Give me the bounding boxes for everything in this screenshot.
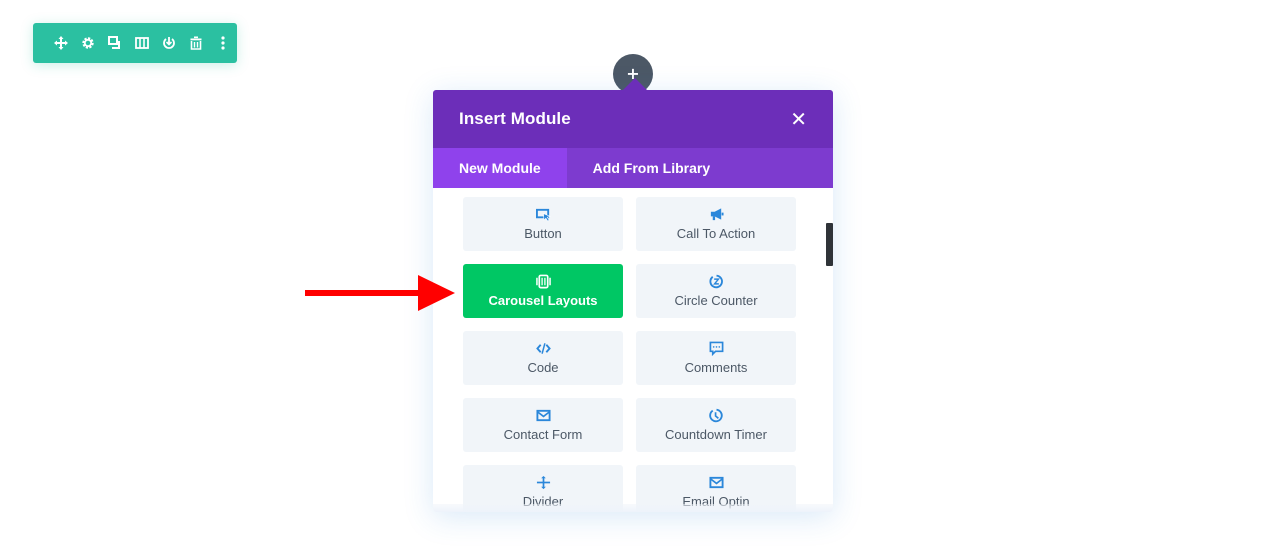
module-label: Comments	[684, 360, 748, 375]
duplicate-icon	[107, 36, 120, 49]
save-icon	[163, 37, 175, 49]
module-circle-counter[interactable]: Circle Counter	[636, 264, 796, 318]
arrow-head	[418, 275, 455, 311]
settings-button[interactable]	[74, 23, 101, 63]
tab-add-from-library[interactable]: Add From Library	[567, 148, 736, 188]
module-label: Call To Action	[676, 226, 756, 241]
module-code[interactable]: Code	[463, 331, 623, 385]
arrow-shaft	[305, 290, 423, 296]
insert-module-modal: Insert Module ✕ New Module Add From Libr…	[433, 90, 833, 512]
comments-icon	[709, 341, 723, 356]
module-carousel-layouts[interactable]: Carousel Layouts	[463, 264, 623, 318]
module-label: Button	[524, 226, 562, 241]
tab-new-module[interactable]: New Module	[433, 148, 567, 188]
module-grid: Button Call To Action Carousel Layouts C…	[463, 197, 797, 512]
row-toolbar	[33, 23, 237, 63]
module-label: Circle Counter	[674, 293, 758, 308]
module-comments[interactable]: Comments	[636, 331, 796, 385]
module-label: Contact Form	[503, 427, 583, 442]
modal-title: Insert Module	[459, 109, 571, 128]
move-icon	[53, 36, 68, 50]
megaphone-icon	[710, 208, 724, 221]
timer-icon	[708, 408, 723, 423]
modal-caret	[623, 78, 647, 90]
columns-button[interactable]	[128, 23, 155, 63]
envelope-icon	[708, 476, 724, 489]
save-to-library-button[interactable]	[156, 23, 183, 63]
module-contact-form[interactable]: Contact Form	[463, 398, 623, 452]
scroll-fade	[433, 504, 833, 512]
duplicate-button[interactable]	[101, 23, 128, 63]
button-cursor-icon	[535, 208, 551, 222]
trash-icon	[190, 36, 202, 50]
more-vertical-icon	[221, 36, 226, 50]
scrollbar-thumb[interactable]	[826, 223, 833, 266]
modal-header: Insert Module ✕	[433, 90, 833, 148]
more-button[interactable]	[210, 23, 237, 63]
module-call-to-action[interactable]: Call To Action	[636, 197, 796, 251]
red-arrow-annotation	[305, 275, 455, 311]
module-button[interactable]: Button	[463, 197, 623, 251]
columns-icon	[135, 37, 149, 49]
module-label: Code	[527, 360, 559, 375]
gear-icon	[82, 37, 94, 49]
circle-counter-icon	[708, 274, 723, 289]
module-label: Carousel Layouts	[488, 293, 598, 308]
carousel-icon	[535, 274, 551, 289]
envelope-icon	[535, 409, 551, 422]
module-label: Countdown Timer	[665, 427, 767, 442]
delete-button[interactable]	[183, 23, 210, 63]
divider-icon	[536, 475, 550, 490]
code-icon	[535, 343, 551, 354]
module-countdown-timer[interactable]: Countdown Timer	[636, 398, 796, 452]
close-icon[interactable]: ✕	[790, 109, 807, 129]
modal-tabs: New Module Add From Library	[433, 148, 833, 188]
move-button[interactable]	[47, 23, 74, 63]
